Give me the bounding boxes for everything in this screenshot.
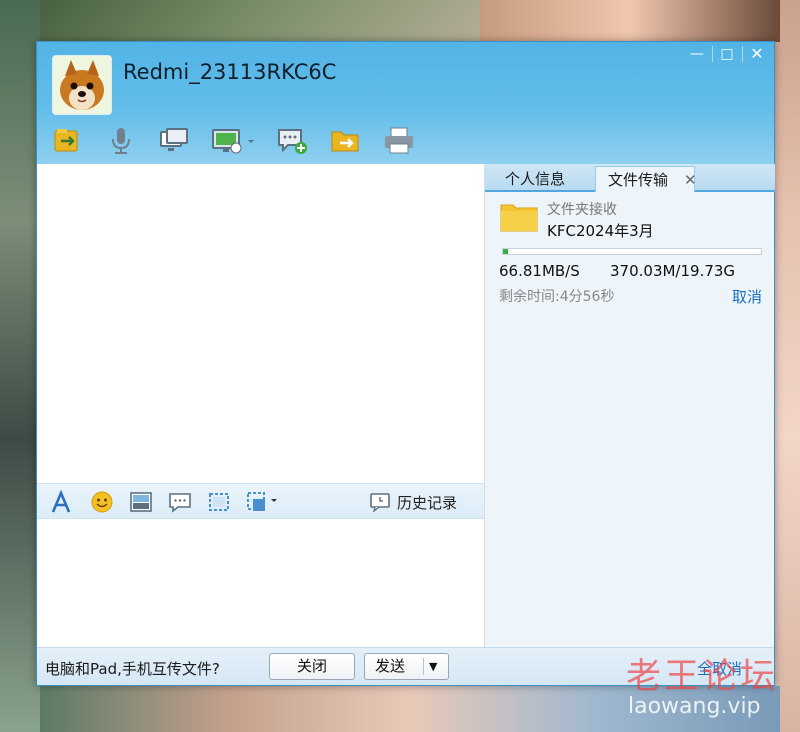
screen-share-icon[interactable] — [157, 126, 191, 156]
tab-bar: 个人信息 文件传输 ✕ — [485, 164, 775, 192]
remote-desktop-icon[interactable] — [210, 126, 258, 156]
quick-reply-icon[interactable] — [167, 490, 193, 514]
maximize-button[interactable]: □ — [712, 42, 742, 66]
background-left — [0, 0, 40, 732]
folder-send-icon[interactable] — [329, 126, 363, 156]
input-toolbar: 历史记录 — [37, 483, 484, 519]
divider — [423, 658, 424, 675]
message-input[interactable] — [37, 519, 484, 647]
background-top — [480, 0, 780, 42]
chat-window: — □ ✕ Redmi_23113RKC6C 历史记录 个人信息 文件传输 ✕ … — [36, 41, 775, 686]
watermark-title: 老王论坛 — [626, 657, 779, 697]
file-send-icon[interactable] — [51, 126, 85, 156]
history-label: 历史记录 — [397, 493, 458, 512]
tab-profile[interactable]: 个人信息 — [493, 166, 577, 192]
more-icon[interactable] — [245, 490, 281, 514]
microphone-icon[interactable] — [104, 126, 138, 156]
history-icon — [370, 493, 390, 512]
history-button[interactable]: 历史记录 — [369, 489, 457, 515]
transfer-type: 文件夹接收 — [547, 202, 617, 218]
tab-file-transfer[interactable]: 文件传输 ✕ — [595, 166, 697, 193]
progress-fill — [503, 249, 508, 254]
transfer-speed: 66.81MB/S — [499, 262, 580, 280]
screenshot-icon[interactable] — [206, 490, 232, 514]
close-window-button[interactable]: ✕ — [742, 42, 772, 66]
window-header: — □ ✕ Redmi_23113RKC6C — [37, 42, 774, 164]
side-panel: 个人信息 文件传输 ✕ 文件夹接收 KFC2024年3月 66.81MB/S 3… — [484, 164, 775, 647]
emoji-icon[interactable] — [89, 490, 115, 514]
image-icon[interactable] — [128, 490, 154, 514]
send-label: 发送 — [375, 657, 406, 675]
send-button[interactable]: 发送 ▼ — [364, 653, 449, 680]
group-chat-add-icon[interactable] — [276, 126, 310, 156]
watermark: 老王论坛 laowang.vip — [626, 648, 786, 728]
close-button[interactable]: 关闭 — [269, 653, 355, 680]
chevron-down-icon[interactable]: ▼ — [429, 654, 437, 679]
transfer-size: 370.03M/19.73G — [610, 262, 736, 280]
contact-name: Redmi_23113RKC6C — [123, 60, 337, 84]
remaining-time: 剩余时间:4分56秒 — [499, 289, 615, 305]
minimize-button[interactable]: — — [682, 42, 712, 66]
message-history-area[interactable] — [37, 164, 484, 483]
printer-icon[interactable] — [382, 126, 416, 156]
tab-file-transfer-label: 文件传输 — [608, 171, 669, 189]
font-icon[interactable] — [49, 489, 75, 514]
watermark-url: laowang.vip — [628, 694, 761, 719]
file-name: KFC2024年3月 — [547, 222, 654, 240]
avatar[interactable] — [52, 55, 112, 115]
cancel-transfer-link[interactable]: 取消 — [732, 286, 762, 307]
close-icon[interactable]: ✕ — [684, 167, 697, 193]
progress-bar — [502, 248, 762, 255]
cross-device-hint-link[interactable]: 电脑和Pad,手机互传文件? — [45, 658, 220, 679]
folder-icon — [500, 204, 538, 232]
